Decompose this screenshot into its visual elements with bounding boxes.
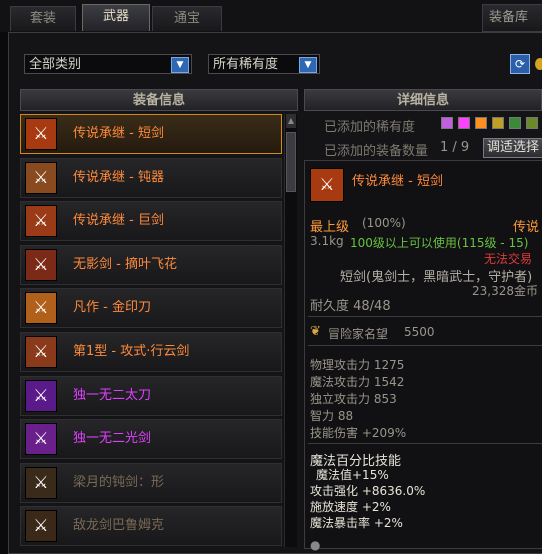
rarity-swatch[interactable] (509, 117, 521, 129)
tab-weapon[interactable]: 武器 (82, 4, 150, 31)
fame-icon: ❦ (310, 324, 321, 339)
tab-treasure[interactable]: 通宝 (152, 6, 222, 31)
list-item-label: 传说承继 - 钝器 (73, 169, 164, 185)
sword-icon: ⚔ (25, 118, 57, 150)
select-button[interactable]: 调适选择 (483, 138, 542, 158)
rarity-swatch[interactable] (458, 117, 470, 129)
blade-icon: ⚔ (25, 292, 57, 325)
skill-stat-line: 施放速度 +2% (310, 500, 391, 514)
level-label: 最上级 (310, 220, 350, 235)
refresh-icon[interactable]: ⟳ (510, 54, 530, 74)
sword-icon: ⚔ (25, 248, 57, 281)
divider (308, 345, 542, 346)
list-item[interactable]: ⚔ 第1型 - 攻式·行云剑 (20, 331, 282, 372)
scroll-thumb[interactable] (286, 132, 296, 192)
list-item[interactable]: ⚔ 独一无二太刀 (20, 375, 282, 416)
stat-line: 智力 88 (310, 409, 354, 423)
rarity-label: 已添加的稀有度 (324, 120, 416, 135)
usable-level: 100级以上可以使用(115级 - 15) (350, 236, 529, 250)
list-item[interactable]: ⚔ 传说承继 - 巨剑 (20, 201, 282, 242)
chevron-down-icon[interactable]: ▼ (171, 57, 189, 73)
item-title: 传说承继 - 短剑 (352, 174, 443, 189)
list-item-label: 敌龙剑巴鲁姆克 (73, 518, 165, 534)
list-item-label: 独一无二光剑 (73, 431, 152, 447)
mace-icon: ⚔ (25, 161, 57, 194)
list-item[interactable]: ⚔ 凡作 - 金印刀 (20, 288, 282, 329)
tab-armor[interactable]: 套装 (10, 6, 76, 31)
list-item-label: 传说承继 - 短剑 (73, 126, 164, 141)
stat-line: 独立攻击力 853 (310, 392, 397, 406)
grade-tag: 传说 (513, 220, 540, 235)
rarity-dropdown-value: 所有稀有度 (213, 57, 279, 72)
scroll-up-icon[interactable]: ▲ (286, 114, 296, 128)
greatsword-icon: ⚔ (25, 205, 57, 238)
skill-stat-line: 攻击强化 +8636.0% (310, 484, 426, 498)
sword-icon: ⚔ (25, 510, 57, 543)
tab-storage[interactable]: 装备库 (482, 4, 542, 32)
stat-line: 物理攻击力 1275 (310, 358, 405, 372)
sword-icon: ⚔ (310, 168, 344, 202)
price: 23,328金币 (472, 284, 538, 298)
equipment-list: ⚔ 传说承继 - 短剑 ⚔ 传说承继 - 钝器 ⚔ 传说承继 - 巨剑 ⚔ 无影剑 - 摘叶飞… (20, 114, 282, 550)
list-scrollbar[interactable]: ▲ (284, 114, 297, 547)
skill-stat-line: 魔法值+15% (316, 468, 389, 482)
fame-value: 5500 (404, 325, 435, 339)
list-item-label: 凡作 - 金印刀 (73, 300, 151, 316)
rarity-swatch[interactable] (441, 117, 453, 129)
count-value: 1 / 9 (440, 140, 470, 155)
list-header: 装备信息 (20, 89, 298, 111)
untradeable: 无法交易 (484, 252, 533, 266)
rarity-dropdown[interactable]: 所有稀有度 ▼ (208, 54, 320, 74)
list-item-label: 独一无二太刀 (73, 387, 152, 403)
category-dropdown[interactable]: 全部类别 ▼ (24, 54, 192, 74)
divider (308, 316, 542, 317)
list-item-label: 梁月的钝剑：形 (73, 474, 165, 490)
skill-stat-line: 魔法暴击率 +2% (310, 516, 403, 530)
rarity-swatch[interactable] (475, 117, 487, 129)
weight: 3.1kg (310, 234, 344, 248)
bluntsword-icon: ⚔ (25, 466, 57, 499)
category-dropdown-value: 全部类别 (29, 57, 82, 72)
katana-icon: ⚔ (25, 379, 57, 412)
list-item[interactable]: ⚔ 无影剑 - 摘叶飞花 (20, 244, 282, 285)
list-item-label: 传说承继 - 巨剑 (73, 213, 164, 229)
rarity-swatch[interactable] (526, 117, 538, 129)
list-item[interactable]: ⚔ 传说承继 - 短剑 (20, 114, 282, 154)
more-icon: ● (310, 538, 321, 552)
level-percent: (100%) (362, 216, 406, 230)
detail-header: 详细信息 (304, 89, 542, 111)
durability: 耐久度 48/48 (310, 299, 391, 314)
lightsaber-icon: ⚔ (25, 423, 57, 456)
rarity-swatch[interactable] (492, 117, 504, 129)
coin-icon (535, 58, 542, 70)
stat-line: 技能伤害 +209% (310, 426, 407, 440)
list-item[interactable]: ⚔ 传说承继 - 钝器 (20, 157, 282, 198)
list-item[interactable]: ⚔ 敌龙剑巴鲁姆克 (20, 506, 282, 547)
stat-line: 魔法攻击力 1542 (310, 375, 405, 389)
count-label: 已添加的装备数量 (324, 144, 429, 159)
divider (308, 443, 542, 444)
list-item[interactable]: ⚔ 独一无二光剑 (20, 419, 282, 460)
list-item-label: 无影剑 - 摘叶飞花 (73, 256, 177, 272)
chevron-down-icon[interactable]: ▼ (299, 57, 317, 73)
list-item[interactable]: ⚔ 梁月的钝剑：形 (20, 462, 282, 503)
list-item-label: 第1型 - 攻式·行云剑 (73, 343, 190, 359)
fame-label: 冒险家名望 (328, 327, 389, 341)
sword-icon: ⚔ (25, 335, 57, 368)
